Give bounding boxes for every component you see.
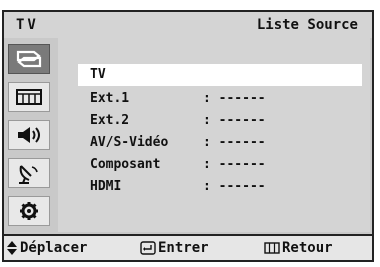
enter-label: Entrer [158, 240, 209, 256]
tv-osd-menu: TV Liste Source TV Ext.1: ------ Ext.2 … [2, 10, 374, 262]
source-label: AV/S-Vidéo [90, 135, 169, 150]
source-value: : ------ [203, 157, 266, 172]
move-hint: Déplacer [6, 240, 87, 256]
channel-icon [19, 165, 38, 184]
enter-icon [140, 241, 156, 255]
source-item-component[interactable]: Composant : ------ [78, 154, 362, 176]
sidebar-item-sound[interactable] [8, 120, 50, 150]
setup-icon [20, 202, 38, 220]
sidebar-item-picture[interactable] [8, 82, 50, 112]
menu-icon [264, 242, 280, 254]
up-down-arrows-icon [7, 241, 17, 255]
sound-icon [18, 127, 40, 143]
source-value: : ------ [203, 91, 266, 106]
source-item-tv[interactable]: TV [78, 64, 362, 86]
source-item-hdmi[interactable]: HDMI : ------ [78, 176, 362, 198]
input-icon [16, 50, 42, 68]
source-label: TV [90, 67, 106, 82]
sidebar-item-channel[interactable] [8, 158, 50, 188]
sidebar [4, 38, 54, 234]
menu-category-label: TV [16, 17, 39, 33]
footer-help-bar: Déplacer Entrer Retour [4, 234, 372, 260]
sidebar-item-input[interactable] [8, 44, 50, 74]
enter-hint: Entrer [140, 240, 209, 256]
move-label: Déplacer [20, 240, 88, 256]
page-title: Liste Source [256, 17, 358, 33]
menu-header: TV Liste Source [4, 12, 372, 38]
source-label: Ext.1 [90, 91, 130, 106]
source-item-ext1[interactable]: Ext.1 : ------ [78, 88, 362, 110]
source-value: : ------ [203, 135, 266, 150]
picture-icon [16, 89, 42, 105]
source-value: : ------ [203, 179, 266, 194]
source-item-ext2[interactable]: Ext.2 : ------ [78, 110, 362, 132]
source-list-panel: TV Ext.1 : ------ Ext.2 : ------ AV/S-Vi… [58, 38, 370, 232]
source-item-av-svideo[interactable]: AV/S-Vidéo : ------ [78, 132, 362, 154]
return-hint: Retour [264, 240, 333, 256]
source-label: Composant [90, 157, 161, 172]
return-label: Retour [282, 240, 333, 256]
source-label: HDMI [90, 179, 122, 194]
source-value: : ------ [203, 113, 266, 128]
source-label: Ext.2 [90, 113, 130, 128]
sidebar-item-setup[interactable] [8, 196, 50, 226]
